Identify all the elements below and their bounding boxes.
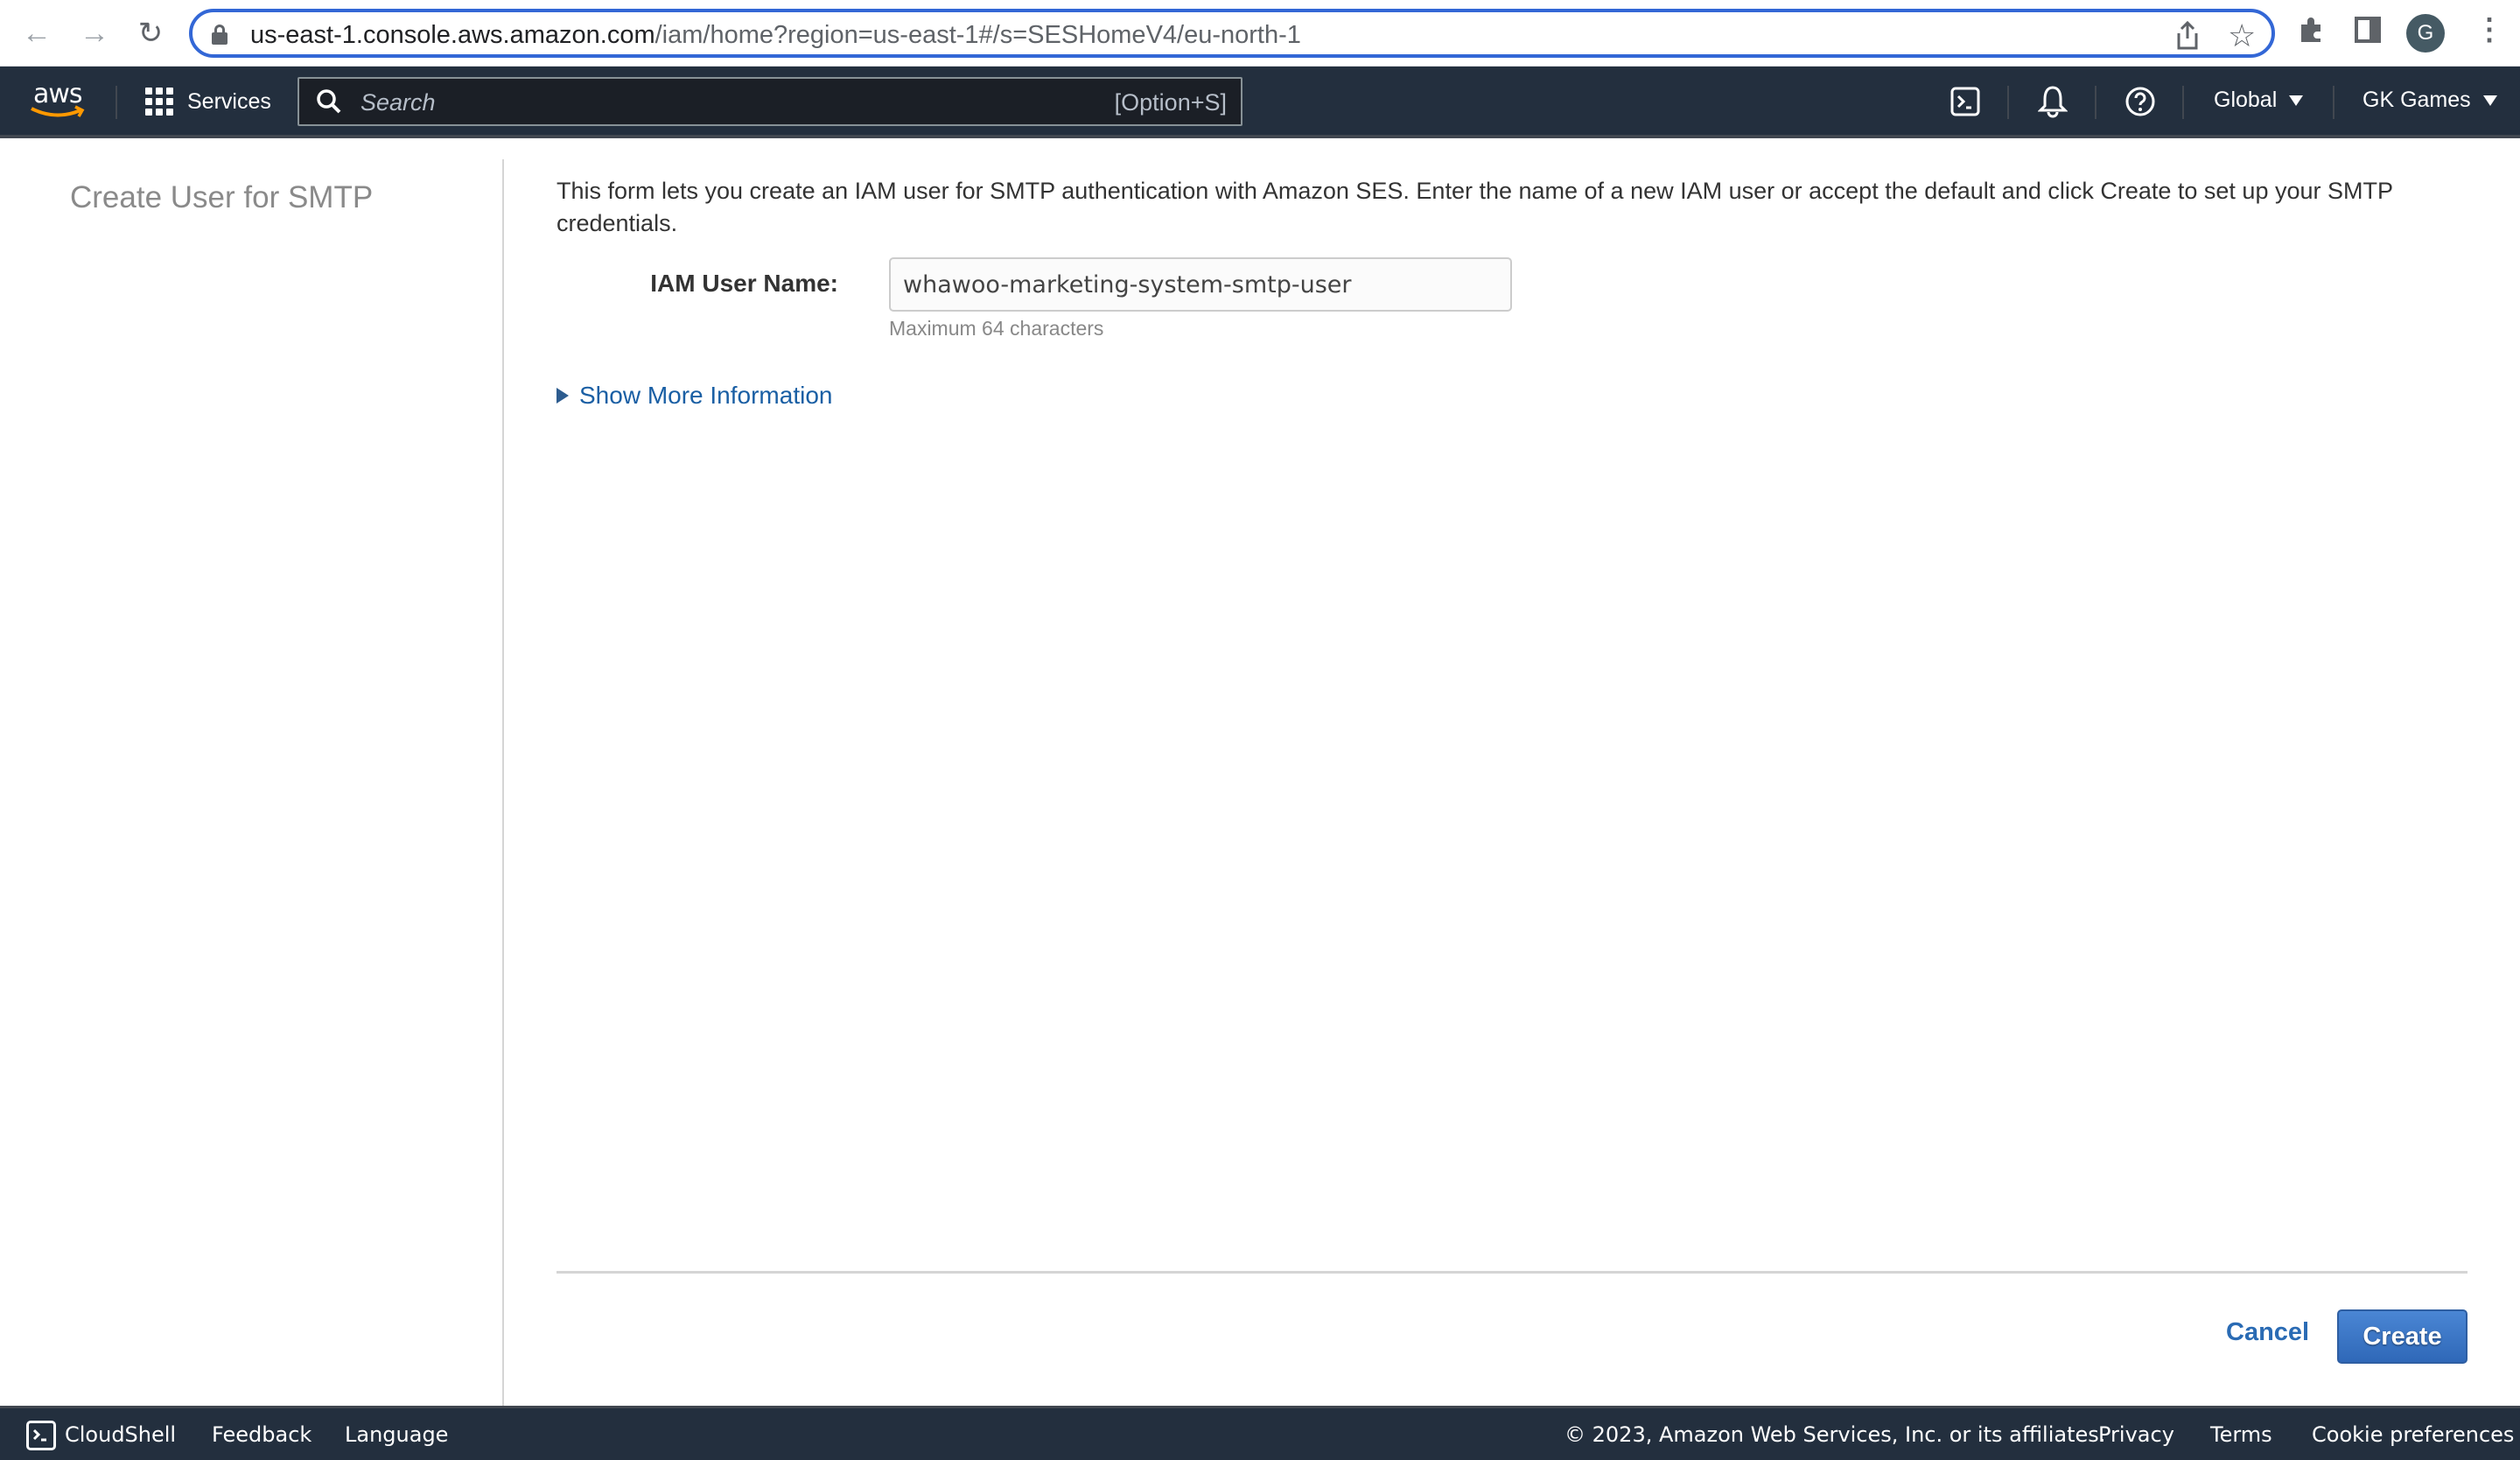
- footer-cookie-preferences-link[interactable]: Cookie preferences: [2312, 1422, 2514, 1447]
- region-selector[interactable]: Global: [2214, 88, 2304, 113]
- sidebar-title: Create User for SMTP: [70, 180, 374, 214]
- services-label: Services: [187, 88, 271, 114]
- url-path: /iam/home?region=us-east-1#/s=SESHomeV4/…: [654, 21, 1301, 49]
- cancel-button[interactable]: Cancel: [2226, 1318, 2309, 1347]
- account-menu[interactable]: GK Games: [2362, 88, 2497, 113]
- show-more-label: Show More Information: [579, 382, 833, 409]
- nav-divider: [2333, 86, 2334, 119]
- aws-smile-icon: [31, 105, 85, 117]
- nav-divider: [2007, 86, 2009, 119]
- sidebar-divider: [502, 159, 504, 1406]
- url-text[interactable]: us-east-1.console.aws.amazon.com/iam/hom…: [250, 21, 1301, 50]
- caret-down-icon: [2482, 95, 2497, 106]
- footer-language-link[interactable]: Language: [345, 1422, 448, 1447]
- aws-top-nav: aws Services Search [Option+S] Global GK…: [0, 67, 2520, 138]
- footer-privacy-link[interactable]: Privacy: [2098, 1422, 2174, 1447]
- cloudshell-icon[interactable]: [1946, 82, 1984, 121]
- create-button[interactable]: Create: [2337, 1309, 2468, 1364]
- lock-icon[interactable]: [212, 25, 228, 45]
- bookmark-star-icon[interactable]: ☆: [2228, 18, 2256, 54]
- search-icon: [317, 89, 341, 114]
- show-more-information-toggle[interactable]: Show More Information: [556, 382, 832, 410]
- iam-user-name-label: IAM User Name:: [650, 270, 838, 297]
- url-host: us-east-1.console.aws.amazon.com: [250, 21, 655, 49]
- aws-logo[interactable]: aws: [30, 79, 91, 123]
- notifications-bell-icon[interactable]: [2034, 82, 2072, 121]
- form-divider: [556, 1271, 2468, 1274]
- nav-divider: [2182, 86, 2184, 119]
- iam-user-name-hint: Maximum 64 characters: [889, 317, 1104, 340]
- footer-terms-link[interactable]: Terms: [2210, 1422, 2272, 1447]
- iam-user-name-input[interactable]: [889, 257, 1512, 312]
- side-panel-icon[interactable]: [2354, 16, 2382, 52]
- help-icon[interactable]: [2121, 82, 2160, 121]
- nav-divider: [2095, 86, 2096, 119]
- address-bar[interactable]: us-east-1.console.aws.amazon.com/iam/hom…: [189, 9, 2275, 58]
- reload-icon[interactable]: ↻: [133, 16, 168, 51]
- form-description: This form lets you create an IAM user fo…: [556, 178, 2393, 236]
- extensions-icon[interactable]: [2298, 16, 2326, 52]
- services-grid-icon: [145, 88, 173, 116]
- more-menu-icon[interactable]: ⋮: [2474, 12, 2504, 47]
- footer-feedback-link[interactable]: Feedback: [212, 1422, 312, 1447]
- account-label: GK Games: [2362, 88, 2471, 112]
- browser-toolbar: ← → ↻ us-east-1.console.aws.amazon.com/i…: [0, 0, 2520, 67]
- caret-down-icon: [2289, 95, 2304, 106]
- cloudshell-icon[interactable]: [26, 1421, 56, 1450]
- expand-triangle-icon: [556, 388, 569, 404]
- console-footer: CloudShell Feedback Language © 2023, Ama…: [0, 1406, 2520, 1460]
- nav-divider: [116, 86, 117, 119]
- profile-avatar[interactable]: G: [2406, 14, 2445, 53]
- back-icon[interactable]: ←: [19, 16, 54, 51]
- footer-cloudshell-link[interactable]: CloudShell: [65, 1422, 176, 1447]
- forward-icon[interactable]: →: [77, 16, 112, 51]
- sidebar: Create User for SMTP: [0, 138, 502, 1406]
- search-input[interactable]: Search [Option+S]: [298, 77, 1242, 126]
- share-icon[interactable]: [2175, 20, 2200, 58]
- search-placeholder: Search: [360, 89, 436, 116]
- footer-copyright: © 2023, Amazon Web Services, Inc. or its…: [1564, 1422, 2106, 1447]
- search-shortcut-hint: [Option+S]: [1114, 89, 1227, 116]
- region-label: Global: [2214, 88, 2278, 112]
- services-menu-button[interactable]: Services: [145, 88, 271, 116]
